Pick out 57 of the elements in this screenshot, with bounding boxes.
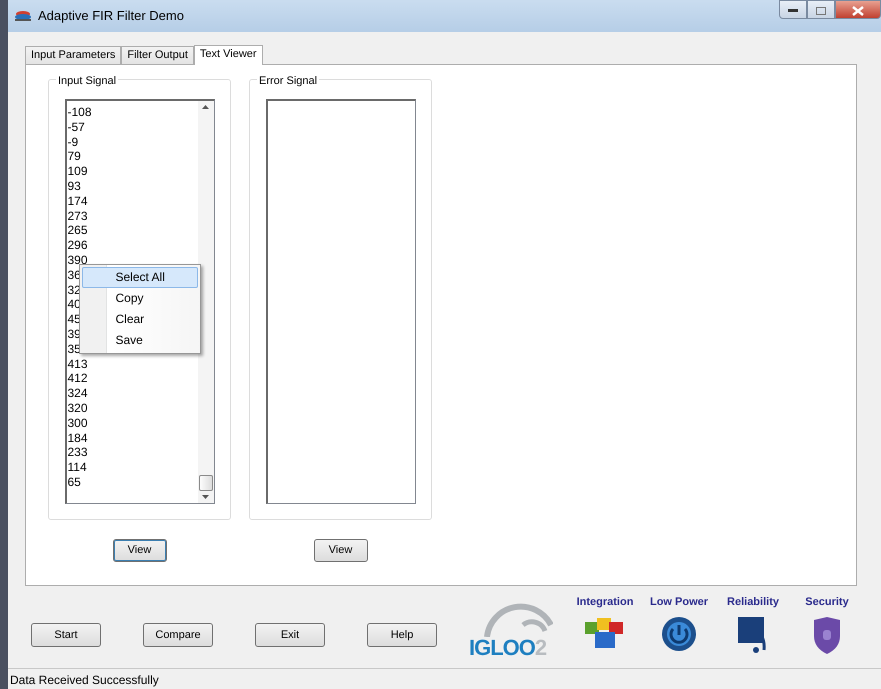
close-icon — [852, 6, 864, 16]
list-line: 273 — [68, 208, 89, 224]
minimize-button[interactable] — [779, 0, 807, 19]
action-button[interactable]: Start — [31, 623, 101, 647]
list-line: 320 — [68, 400, 89, 416]
feature-label: Security — [805, 594, 849, 610]
scrollbar[interactable] — [198, 101, 214, 503]
list-line: -9 — [68, 134, 80, 150]
list-line: 390 — [68, 252, 89, 268]
close-button[interactable] — [835, 0, 881, 19]
list-line: -57 — [68, 120, 86, 135]
list-line: 265 — [68, 223, 89, 238]
logo-text: IGLOO — [469, 636, 535, 660]
list-line: 300 — [68, 416, 89, 431]
shield-icon — [811, 616, 843, 654]
list-line: 109 — [68, 164, 89, 179]
status-bar: Data Received Successfully — [8, 668, 881, 689]
tab[interactable]: Filter Output — [121, 46, 194, 64]
feature-label: Low Power — [650, 594, 708, 610]
feature-label: Integration — [576, 594, 634, 610]
maximize-icon — [816, 6, 826, 15]
menu-item[interactable]: Save — [82, 330, 198, 351]
list-line: 93 — [68, 178, 82, 194]
scroll-up-icon[interactable] — [202, 105, 209, 109]
list-line: 65 — [68, 474, 82, 490]
minimize-icon — [788, 8, 798, 13]
tab[interactable]: Input Parameters — [25, 46, 122, 64]
list-line: 296 — [68, 238, 89, 253]
power-icon — [661, 616, 697, 652]
scroll-down-icon[interactable] — [202, 495, 209, 499]
view-button[interactable]: View — [112, 539, 166, 562]
action-button[interactable]: Help — [367, 623, 437, 647]
list-line: 79 — [68, 149, 82, 164]
list-line: 233 — [68, 445, 89, 460]
action-button[interactable]: Exit — [255, 623, 325, 647]
list-line: 324 — [68, 386, 89, 401]
list-line: 174 — [68, 194, 89, 209]
view-button[interactable]: View — [314, 539, 368, 562]
menu-item[interactable]: Clear — [82, 309, 198, 330]
window-title: Adaptive FIR Filter Demo — [38, 7, 184, 26]
menu-item[interactable]: Select All — [82, 267, 198, 288]
tab[interactable]: Text Viewer — [194, 45, 263, 65]
text-list[interactable] — [266, 99, 416, 504]
menu-item[interactable]: Copy — [82, 288, 198, 309]
action-button[interactable]: Compare — [143, 623, 213, 647]
logo-number: 2 — [534, 636, 548, 660]
app-icon — [14, 10, 32, 22]
group-title: Input Signal — [56, 73, 118, 90]
list-line: 114 — [68, 460, 88, 475]
maximize-button[interactable] — [807, 0, 835, 19]
list-line: -108 — [68, 105, 93, 120]
list-line: 184 — [68, 430, 89, 446]
feature-label: Reliability — [727, 594, 779, 610]
group-title: Error Signal — [257, 73, 320, 90]
list-line: 413 — [68, 356, 89, 372]
list-line: 412 — [68, 371, 89, 386]
scroll-thumb[interactable] — [198, 475, 212, 491]
